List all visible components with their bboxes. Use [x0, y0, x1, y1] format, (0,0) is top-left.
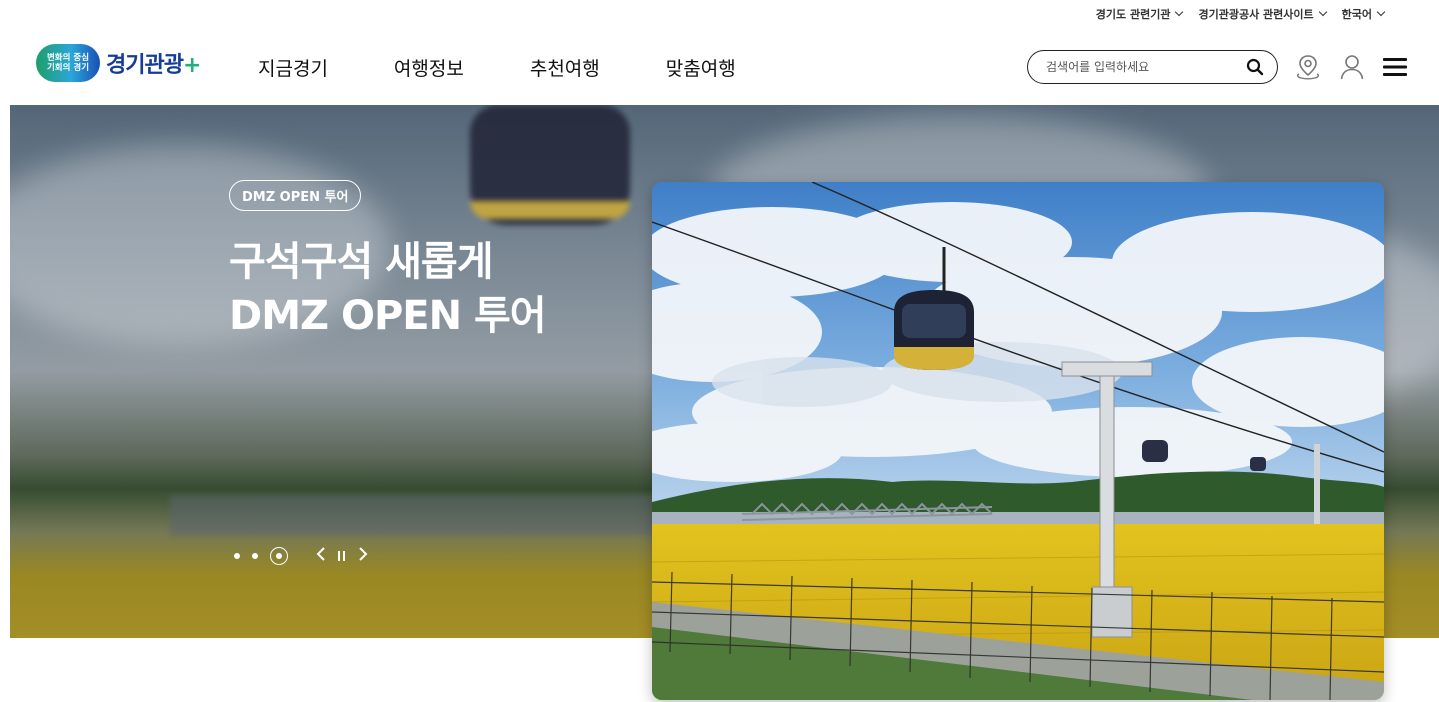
site-header: 변화의 중심 기회의 경기 경기관광+ 지금경기 여행정보 추천여행 맞춤여행 — [0, 38, 1439, 98]
menu-button[interactable] — [1381, 52, 1409, 82]
chevron-down-icon — [1318, 7, 1327, 17]
logo-plus: + — [182, 53, 201, 78]
pause-icon — [338, 551, 345, 561]
related-sites-dropdown[interactable]: 경기관광공사 관련사이트 — [1198, 6, 1327, 22]
chevron-down-icon — [1175, 7, 1184, 17]
dmz-gondola-photo — [652, 182, 1384, 700]
slide-dot-3-active[interactable] — [270, 547, 288, 565]
hero-title-line1: 구석구석 새롭게 — [229, 239, 494, 285]
logo-text: 경기관광+ — [106, 47, 201, 79]
chevron-down-icon — [1376, 7, 1386, 17]
pause-button[interactable] — [338, 550, 346, 562]
search-input[interactable] — [1046, 60, 1245, 74]
hero-bg-gondola — [470, 105, 630, 225]
related-orgs-dropdown[interactable]: 경기도 관련기관 — [1095, 6, 1184, 22]
nav-item-custom-travel[interactable]: 맞춤여행 — [666, 54, 736, 81]
language-label: 한국어 — [1341, 8, 1372, 21]
logo-badge-line1: 변화의 중심 — [46, 53, 90, 63]
next-icon — [359, 547, 368, 561]
hero-title[interactable]: 구석구석 새롭게 DMZ OPEN 투어 — [229, 235, 547, 343]
search-button[interactable] — [1245, 57, 1265, 77]
login-button[interactable] — [1338, 52, 1366, 82]
location-button[interactable] — [1294, 52, 1322, 82]
search-icon — [1246, 58, 1264, 76]
slide-dot-2[interactable] — [252, 553, 258, 559]
related-sites-label: 경기관광공사 관련사이트 — [1198, 8, 1314, 21]
menu-icon — [1383, 58, 1407, 76]
next-button[interactable] — [358, 547, 368, 565]
language-dropdown[interactable]: 한국어 — [1341, 6, 1386, 22]
search-box — [1027, 50, 1278, 84]
hero-photo-card[interactable] — [652, 182, 1384, 700]
location-pin-icon — [1297, 55, 1319, 80]
nav-item-travel-info[interactable]: 여행정보 — [394, 54, 464, 81]
hero-badge: DMZ OPEN 투어 — [229, 180, 362, 211]
logo-badge-line2: 기회의 경기 — [46, 63, 90, 73]
logo-badge: 변화의 중심 기회의 경기 — [36, 44, 100, 82]
main-nav: 지금경기 여행정보 추천여행 맞춤여행 — [258, 54, 736, 81]
hero-title-line2: DMZ OPEN 투어 — [229, 293, 547, 339]
slide-dot-1[interactable] — [234, 553, 240, 559]
utility-bar: 경기도 관련기관 경기관광공사 관련사이트 한국어 — [1095, 6, 1386, 22]
prev-icon — [316, 547, 325, 561]
logo-wordmark: 경기관광 — [106, 53, 184, 78]
nav-item-now-gyeonggi[interactable]: 지금경기 — [258, 54, 328, 81]
site-logo[interactable]: 변화의 중심 기회의 경기 경기관광+ — [36, 44, 201, 82]
related-orgs-label: 경기도 관련기관 — [1095, 8, 1171, 21]
slider-controls — [234, 547, 368, 565]
nav-item-recommended[interactable]: 추천여행 — [530, 54, 600, 81]
prev-button[interactable] — [316, 547, 326, 565]
hero-bg-bridge — [170, 495, 670, 535]
user-icon — [1340, 55, 1364, 80]
